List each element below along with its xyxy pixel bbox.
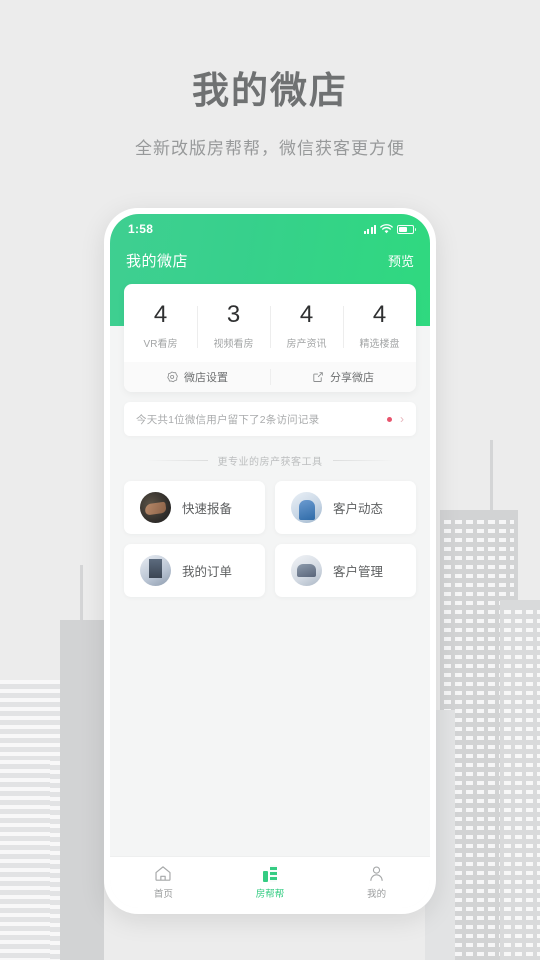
status-bar-icons [363,224,416,234]
shop-settings-button[interactable]: 微店设置 [124,362,270,392]
page-subtitle: 全新改版房帮帮，微信获客更方便 [135,139,405,158]
tool-customer-management[interactable]: 客户管理 [275,544,416,598]
stat-value: 4 [153,301,168,328]
navbar-title: 我的微店 [126,252,189,270]
tools-grid: 快速报备 客户动态 我的订单 客户管理 [124,481,416,598]
action-label: 微店设置 [184,372,228,385]
preview-button[interactable]: 预览 [388,251,414,270]
tool-customer-activity[interactable]: 客户动态 [275,481,416,535]
building-silhouette [0,760,50,960]
stat-value: 3 [226,301,241,328]
status-bar-time: 1:58 [128,222,154,236]
gear-icon [167,371,178,383]
bottom-tab-bar: 首页 房帮帮 我的 [110,856,430,908]
handshake-photo-icon [140,492,171,524]
tab-label: 房帮帮 [255,889,285,900]
stat-featured-properties[interactable]: 4 精选楼盘 [343,300,416,362]
person-icon [370,866,383,882]
tool-label: 客户管理 [333,565,384,580]
section-divider-label: 更专业的房产获客工具 [217,457,323,469]
stat-label: 视频看房 [213,339,254,351]
stats-row: 4 VR看房 3 视频看房 4 房产资讯 4 精选楼盘 [124,300,416,362]
stat-video-tour[interactable]: 3 视频看房 [197,300,270,362]
section-divider: 更专业的房产获客工具 [146,453,394,468]
phone-screen: 1:58 我的微店 预览 4 VR看房 3 视频看房 4 房产资讯 4 精选楼盘… [110,214,430,908]
antenna [80,565,83,620]
tool-quick-report[interactable]: 快速报备 [124,481,265,535]
stat-label: VR看房 [143,339,178,351]
customer-management-photo-icon [291,555,322,587]
building-silhouette [500,600,540,960]
notice-text: 今天共1位微信用户留下了2条访问记录 [136,413,320,426]
tab-label: 首页 [153,889,173,900]
building-icon [263,865,277,882]
tool-label: 客户动态 [333,502,384,517]
order-photo-icon [140,555,171,587]
tool-label: 我的订单 [182,565,233,580]
visit-records-notice[interactable]: 今天共1位微信用户留下了2条访问记录 › [124,402,416,437]
chevron-right-icon: › [400,412,404,427]
battery-icon [397,224,416,234]
tab-label: 我的 [367,889,387,900]
building-silhouette [60,620,104,960]
tab-mine[interactable]: 我的 [323,865,430,900]
home-icon [155,866,171,881]
promo-screenshot: 我的微店 全新改版房帮帮，微信获客更方便 1:58 我的微店 预览 4 VR看房… [0,0,540,960]
signal-bars-icon [363,224,376,234]
app-navbar: 我的微店 预览 [110,240,430,280]
stat-label: 房产资讯 [286,339,327,351]
action-label: 分享微店 [330,372,374,385]
stat-vr-tour[interactable]: 4 VR看房 [124,300,197,362]
unread-dot-badge [387,416,392,422]
tool-my-orders[interactable]: 我的订单 [124,544,265,598]
stat-value: 4 [372,301,387,328]
stat-label: 精选楼盘 [359,339,400,351]
antenna [490,440,493,510]
card-actions: 微店设置 分享微店 [124,362,416,393]
share-icon [313,372,323,383]
share-shop-button[interactable]: 分享微店 [270,362,416,392]
customer-activity-photo-icon [291,492,322,524]
stats-card: 4 VR看房 3 视频看房 4 房产资讯 4 精选楼盘 微店设置 分享微店 [124,284,416,393]
tab-home[interactable]: 首页 [110,865,217,900]
status-bar: 1:58 [110,214,430,240]
tab-fangbangbang[interactable]: 房帮帮 [217,865,324,900]
phone-mockup: 1:58 我的微店 预览 4 VR看房 3 视频看房 4 房产资讯 4 精选楼盘… [104,208,436,914]
tool-label: 快速报备 [182,502,233,517]
divider-line-right [332,460,394,462]
page-title: 我的微店 [192,70,348,111]
wifi-icon [380,224,393,234]
stat-value: 4 [299,301,314,328]
divider-line-left [146,460,208,462]
app-body: 4 VR看房 3 视频看房 4 房产资讯 4 精选楼盘 微店设置 分享微店 今天… [110,284,430,856]
stat-property-news[interactable]: 4 房产资讯 [270,300,343,362]
